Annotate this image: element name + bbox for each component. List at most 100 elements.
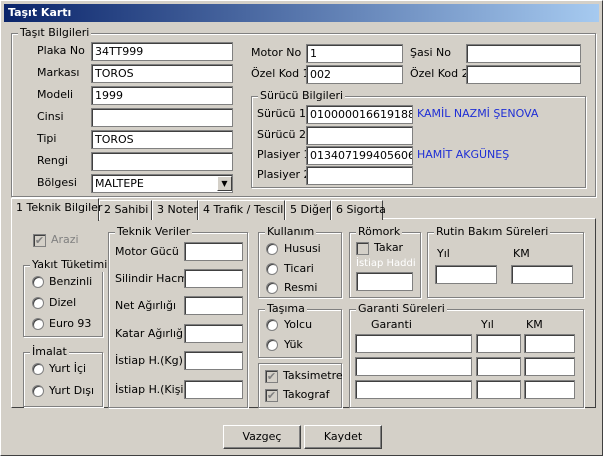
garanti-yil-label: Yıl xyxy=(481,318,494,331)
garanti-2-input[interactable] xyxy=(355,357,472,376)
bolgesi-label: Bölgesi xyxy=(37,176,77,189)
tasit-bilgileri-legend: Taşıt Bilgileri xyxy=(18,26,92,40)
romork-legend: Römork xyxy=(356,225,403,239)
ticari-label: Ticari xyxy=(284,262,314,275)
garanti-3-km-input[interactable] xyxy=(524,380,575,399)
kaydet-button[interactable]: Kaydet xyxy=(304,425,382,449)
hususi-label: Hususi xyxy=(284,242,321,255)
garanti-sureleri-legend: Garanti Süreleri xyxy=(356,302,447,316)
dizel-radio[interactable] xyxy=(32,297,44,309)
ozel-kod-2-input[interactable] xyxy=(466,65,581,84)
arazi-label: Arazi xyxy=(51,233,79,246)
yurt-disi-radio[interactable] xyxy=(32,385,44,397)
dizel-label: Dizel xyxy=(49,296,77,309)
istiap-haddi-label: İstiap Haddi xyxy=(356,258,416,269)
bolgesi-select[interactable]: MALTEPE xyxy=(91,174,233,193)
rengi-input[interactable] xyxy=(91,152,233,171)
tipi-input[interactable]: TOROS xyxy=(91,130,233,149)
modeli-input[interactable]: 1999 xyxy=(91,86,233,105)
katar-agirlik-label: Katar Ağırlığı xyxy=(115,327,187,340)
rutin-km-input[interactable] xyxy=(511,265,573,284)
plasiyer-1-label: Plasiyer 1 xyxy=(257,148,311,161)
rutin-yil-input[interactable] xyxy=(435,265,497,284)
resmi-label: Resmi xyxy=(284,281,318,294)
silindir-hacmi-input[interactable] xyxy=(184,269,243,288)
markasi-input[interactable]: TOROS xyxy=(91,64,233,83)
tab-sigorta[interactable]: 6 Sigorta xyxy=(331,200,386,220)
tab-diger[interactable]: 5 Diğer xyxy=(285,200,331,220)
surucu-bilgileri-legend: Sürücü Bilgileri xyxy=(258,89,346,103)
garanti-1-yil-input[interactable] xyxy=(476,334,521,353)
yolcu-radio[interactable] xyxy=(266,319,278,331)
plasiyer-2-input[interactable] xyxy=(306,166,413,185)
ozel-kod-1-input[interactable]: 002 xyxy=(306,65,403,84)
ozel-kod-1-label: Özel Kod 1 xyxy=(251,67,310,80)
plaka-label: Plaka No xyxy=(37,44,85,57)
yurt-disi-label: Yurt Dışı xyxy=(49,384,95,397)
takograf-checkbox[interactable]: ✔ xyxy=(265,389,278,402)
surucu-1-name: KAMİL NAZMİ ŞENOVA xyxy=(417,107,539,120)
hususi-radio[interactable] xyxy=(266,243,278,255)
surucu-2-input[interactable] xyxy=(306,126,413,145)
rutin-bakim-legend: Rutin Bakım Süreleri xyxy=(434,225,551,239)
istiap-kisi-label: İstiap H.(Kişi) xyxy=(115,383,188,396)
motor-no-input[interactable]: 1 xyxy=(306,44,403,63)
garanti-3-yil-input[interactable] xyxy=(476,380,521,399)
modeli-label: Modeli xyxy=(37,88,74,101)
resmi-radio[interactable] xyxy=(266,282,278,294)
istiap-kg-input[interactable] xyxy=(184,351,243,370)
tab-trafik-tescil[interactable]: 4 Trafik / Tescil xyxy=(198,200,285,220)
sasi-no-label: Şasi No xyxy=(410,46,451,59)
arazi-checkbox[interactable]: ✔ xyxy=(33,234,46,247)
euro93-label: Euro 93 xyxy=(49,317,92,330)
window-title: Taşıt Kartı xyxy=(4,4,599,22)
vazgec-button[interactable]: Vazgeç xyxy=(223,425,301,449)
net-agirlik-label: Net Ağırlığı xyxy=(115,299,177,312)
garanti-3-input[interactable] xyxy=(355,380,472,399)
cinsi-label: Cinsi xyxy=(37,110,64,123)
window: Taşıt Kartı Taşıt Bilgileri Plaka No 34T… xyxy=(0,0,603,456)
istiap-kisi-input[interactable] xyxy=(184,380,243,399)
tab-teknik-bilgiler[interactable]: 1 Teknik Bilgiler xyxy=(11,198,102,221)
kullanim-legend: Kullanım xyxy=(265,225,317,239)
istiap-haddi-input[interactable] xyxy=(356,272,413,291)
tab-noter[interactable]: 3 Noter xyxy=(152,200,198,220)
tasima-legend: Taşıma xyxy=(265,302,307,316)
plaka-input[interactable]: 34TT999 xyxy=(91,42,233,61)
teknik-veriler-legend: Teknik Veriler xyxy=(115,225,193,239)
cinsi-input[interactable] xyxy=(91,108,233,127)
katar-agirlik-input[interactable] xyxy=(184,324,243,343)
surucu-1-label: Sürücü 1 xyxy=(257,107,306,120)
motor-gucu-label: Motor Gücü xyxy=(115,245,179,258)
plasiyer-2-label: Plasiyer 2 xyxy=(257,168,311,181)
chevron-down-icon[interactable]: ▼ xyxy=(217,176,232,191)
plasiyer-1-name: HAMİT AKGÜNEŞ xyxy=(417,148,510,161)
benzinli-radio[interactable] xyxy=(32,276,44,288)
taksimetre-checkbox[interactable]: ✔ xyxy=(265,370,278,383)
tab-sahibi[interactable]: 2 Sahibi xyxy=(99,200,152,220)
sasi-no-input[interactable] xyxy=(466,44,581,63)
garanti-2-km-input[interactable] xyxy=(524,357,575,376)
takar-label: Takar xyxy=(374,241,404,254)
yurt-ici-label: Yurt İçi xyxy=(49,362,87,375)
garanti-1-input[interactable] xyxy=(355,334,472,353)
net-agirlik-input[interactable] xyxy=(184,296,243,315)
rutin-km-label: KM xyxy=(513,247,530,260)
garanti-km-label: KM xyxy=(526,318,543,331)
surucu-1-input[interactable]: 010000016619188 xyxy=(306,105,413,124)
surucu-2-label: Sürücü 2 xyxy=(257,128,306,141)
euro93-radio[interactable] xyxy=(32,318,44,330)
silindir-hacmi-label: Silindir Hacmi xyxy=(115,272,192,285)
yurt-ici-radio[interactable] xyxy=(32,363,44,375)
takar-checkbox[interactable] xyxy=(356,242,369,255)
takograf-label: Takograf xyxy=(283,388,330,401)
istiap-kg-label: İstiap H.(Kg) xyxy=(115,354,183,367)
yuk-radio[interactable] xyxy=(266,339,278,351)
ticari-radio[interactable] xyxy=(266,263,278,275)
plasiyer-1-input[interactable]: 013407199405606 xyxy=(306,146,413,165)
garanti-1-km-input[interactable] xyxy=(524,334,575,353)
motor-gucu-input[interactable] xyxy=(184,242,243,261)
yolcu-label: Yolcu xyxy=(284,318,313,331)
garanti-2-yil-input[interactable] xyxy=(476,357,521,376)
imalat-legend: İmalat xyxy=(30,345,69,359)
